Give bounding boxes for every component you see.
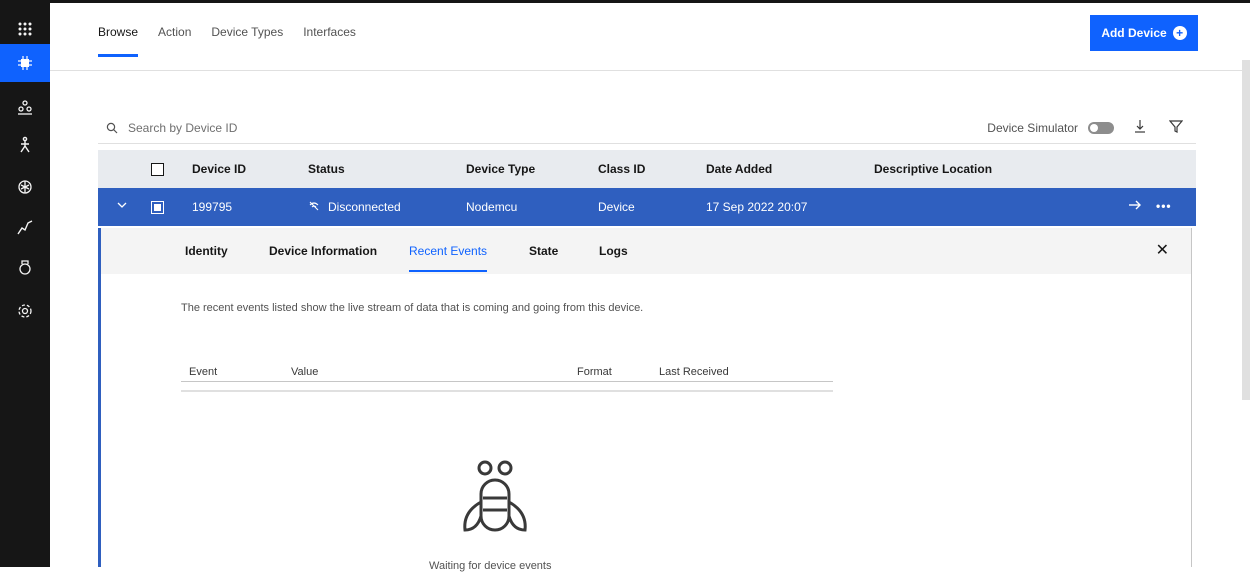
arrow-right-icon[interactable] (1128, 199, 1142, 214)
events-table-header: Event Value Format Last Received (181, 364, 833, 382)
header-format[interactable]: Format (577, 366, 612, 378)
header-last-received[interactable]: Last Received (659, 366, 729, 378)
settings-icon[interactable] (0, 292, 50, 330)
cell-device-id: 199795 (192, 200, 233, 214)
detail-tabs: Identity Device Information Recent Event… (101, 228, 1191, 274)
bee-illustration-icon (463, 460, 527, 532)
header-device-type[interactable]: Device Type (466, 162, 535, 176)
header-date-added[interactable]: Date Added (706, 162, 772, 176)
security-icon[interactable] (0, 168, 50, 206)
device-simulator-label: Device Simulator (987, 121, 1078, 135)
cell-device-type: Nodemcu (466, 200, 518, 214)
events-table-divider (181, 390, 833, 392)
devices-chip-icon[interactable] (0, 44, 50, 82)
table-header-row: Device ID Status Device Type Class ID Da… (98, 150, 1196, 188)
add-device-button[interactable]: Add Device + (1090, 15, 1198, 51)
header-value[interactable]: Value (291, 366, 318, 378)
page-scrollbar[interactable] (1242, 60, 1250, 400)
header-class-id[interactable]: Class ID (598, 162, 645, 176)
left-nav-rail (0, 0, 50, 567)
cell-status: Disconnected (328, 200, 401, 214)
data-management-icon[interactable] (0, 248, 50, 286)
usage-icon[interactable] (0, 208, 50, 246)
device-detail-panel: Identity Device Information Recent Event… (98, 228, 1192, 572)
rules-icon[interactable] (0, 126, 50, 164)
tab-device-information[interactable]: Device Information (269, 244, 377, 258)
search-toolbar: Device Simulator (98, 112, 1196, 144)
header-descriptive-location[interactable]: Descriptive Location (874, 162, 992, 176)
overflow-menu-icon[interactable]: ••• (1156, 199, 1172, 213)
row-checkbox[interactable] (151, 201, 164, 214)
device-simulator-toggle[interactable] (1088, 122, 1114, 134)
devices-header: Browse Action Device Types Interfaces Ad… (50, 3, 1250, 71)
tab-logs[interactable]: Logs (599, 244, 628, 258)
header-status[interactable]: Status (308, 162, 345, 176)
download-icon[interactable] (1130, 116, 1150, 136)
app-switcher-icon[interactable] (0, 10, 50, 48)
disconnected-icon (308, 200, 320, 215)
add-device-label: Add Device (1101, 26, 1167, 40)
search-input[interactable] (128, 120, 528, 135)
tab-browse[interactable]: Browse (98, 25, 139, 57)
devices-table: Device ID Status Device Type Class ID Da… (98, 150, 1196, 226)
header-event[interactable]: Event (189, 366, 217, 378)
tab-state[interactable]: State (529, 244, 558, 258)
table-row[interactable]: 199795 Disconnected Nodemcu Device 17 Se… (98, 188, 1196, 226)
header-device-id[interactable]: Device ID (192, 162, 246, 176)
tab-action[interactable]: Action (158, 25, 191, 39)
tab-device-types[interactable]: Device Types (211, 25, 283, 39)
chevron-down-icon[interactable] (116, 199, 128, 214)
cell-class-id: Device (598, 200, 635, 214)
add-circle-icon: + (1172, 26, 1187, 40)
empty-state-text: Waiting for device events (429, 560, 552, 572)
close-icon[interactable]: ✕ (1156, 240, 1169, 260)
cell-date-added: 17 Sep 2022 20:07 (706, 200, 808, 214)
tab-recent-events[interactable]: Recent Events (409, 244, 488, 272)
members-icon[interactable] (0, 88, 50, 126)
tab-identity[interactable]: Identity (185, 244, 228, 258)
select-all-checkbox[interactable] (151, 163, 164, 176)
recent-events-description: The recent events listed show the live s… (181, 302, 644, 314)
filter-icon[interactable] (1166, 116, 1186, 136)
search-icon (106, 122, 118, 133)
tab-interfaces[interactable]: Interfaces (303, 25, 356, 39)
top-tabs: Browse Action Device Types Interfaces (98, 25, 356, 57)
